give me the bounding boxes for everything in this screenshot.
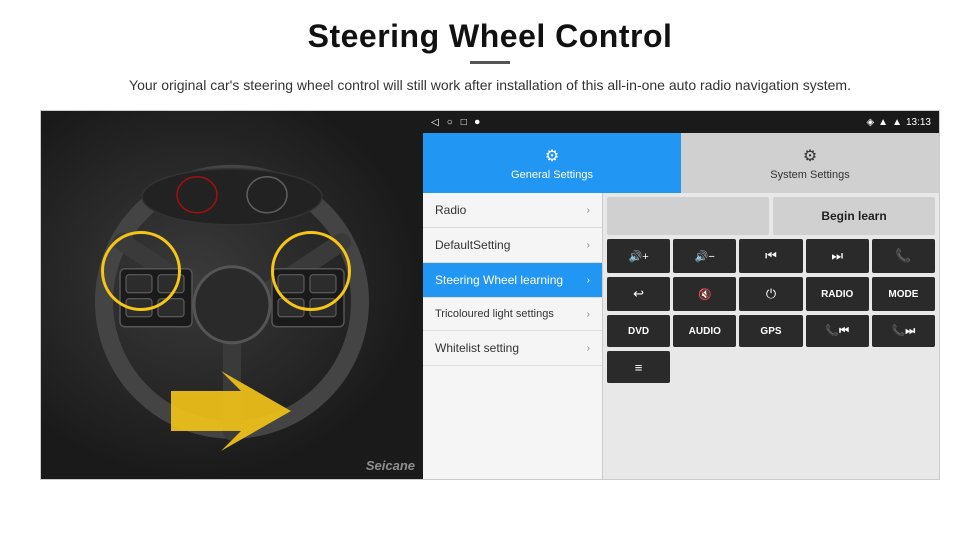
dvd-label: DVD	[628, 326, 649, 337]
highlight-circle-left	[101, 231, 181, 311]
signal-icon: ▲	[892, 117, 902, 128]
page-title: Steering Wheel Control	[40, 18, 940, 55]
power-button[interactable]: ⏻	[739, 277, 802, 311]
call-next-icon: 📞⏭	[892, 324, 916, 338]
menu-item-steering[interactable]: Steering Wheel learning ›	[423, 263, 602, 298]
control-row-2: ↩ 🔇 ⏻ RADIO MODE	[607, 277, 935, 311]
prev-track-button[interactable]: ⏮	[739, 239, 802, 273]
steering-wheel-photo: Seicane	[41, 111, 423, 480]
call-icon: 📞	[895, 248, 911, 264]
menu-radio-arrow: ›	[587, 205, 590, 216]
highlight-circle-right	[271, 231, 351, 311]
tab-system-label: System Settings	[770, 169, 849, 181]
bottom-section: Radio › DefaultSetting › Steering Wheel …	[423, 193, 939, 479]
title-divider	[470, 61, 510, 64]
call-next-button[interactable]: 📞⏭	[872, 315, 935, 347]
mode-label: MODE	[888, 289, 918, 300]
watermark: Seicane	[366, 458, 415, 473]
gps-label: GPS	[760, 326, 781, 337]
arrow-icon	[171, 371, 291, 451]
menu-tricoloured-label: Tricoloured light settings	[435, 308, 587, 320]
menu-steering-label: Steering Wheel learning	[435, 273, 587, 287]
control-row-4: ≡	[607, 351, 935, 383]
hangup-button[interactable]: ↩	[607, 277, 670, 311]
mute-icon: 🔇	[698, 288, 712, 301]
nav-home: ○	[447, 117, 453, 128]
wifi-icon: ▲	[878, 117, 888, 128]
radio-mode-button[interactable]: RADIO	[806, 277, 869, 311]
tab-general-settings[interactable]: ⚙ General Settings	[423, 133, 681, 193]
vol-up-icon: 🔊+	[629, 250, 649, 263]
mode-button[interactable]: MODE	[872, 277, 935, 311]
hangup-icon: ↩	[633, 286, 644, 302]
status-bar-right: ◈ ▲ ▲ 13:13	[866, 117, 931, 128]
settings-tabs: ⚙ General Settings ⚙ System Settings	[423, 133, 939, 193]
dvd-button[interactable]: DVD	[607, 315, 670, 347]
menu-item-whitelist[interactable]: Whitelist setting ›	[423, 331, 602, 366]
system-settings-icon: ⚙	[803, 146, 817, 166]
list-button[interactable]: ≡	[607, 351, 670, 383]
vol-down-button[interactable]: 🔊−	[673, 239, 736, 273]
menu-item-radio[interactable]: Radio ›	[423, 193, 602, 228]
prev-track-icon: ⏮	[765, 248, 777, 264]
subtitle: Your original car's steering wheel contr…	[40, 74, 940, 96]
list-icon: ≡	[635, 360, 643, 375]
general-settings-icon: ⚙	[545, 146, 559, 166]
gps-icon: ◈	[866, 117, 874, 128]
audio-button[interactable]: AUDIO	[673, 315, 736, 347]
nav-record: ⏺	[475, 117, 480, 128]
menu-tricoloured-arrow: ›	[587, 309, 590, 320]
android-panel: ◁ ○ □ ⏺ ◈ ▲ ▲ 13:13 ⚙ General Settings	[423, 111, 939, 479]
control-row-1: 🔊+ 🔊− ⏮ ⏭ 📞	[607, 239, 935, 273]
menu-list: Radio › DefaultSetting › Steering Wheel …	[423, 193, 603, 479]
menu-radio-label: Radio	[435, 203, 587, 217]
begin-learn-button[interactable]: Begin learn	[773, 197, 935, 235]
call-prev-icon: 📞⏮	[825, 324, 849, 338]
nav-back: ◁	[431, 117, 439, 128]
call-button[interactable]: 📞	[872, 239, 935, 273]
main-content: Seicane ◁ ○ □ ⏺ ◈ ▲ ▲ 13:13	[40, 110, 940, 480]
mute-button[interactable]: 🔇	[673, 277, 736, 311]
menu-default-arrow: ›	[587, 240, 590, 251]
status-bar: ◁ ○ □ ⏺ ◈ ▲ ▲ 13:13	[423, 111, 939, 133]
menu-whitelist-arrow: ›	[587, 343, 590, 354]
clock: 13:13	[906, 117, 931, 128]
menu-item-tricoloured[interactable]: Tricoloured light settings ›	[423, 298, 602, 331]
menu-whitelist-label: Whitelist setting	[435, 341, 587, 355]
menu-steering-arrow: ›	[587, 275, 590, 286]
control-panel: Begin learn 🔊+ 🔊− ⏮	[603, 193, 939, 479]
status-bar-left: ◁ ○ □ ⏺	[431, 117, 480, 128]
next-track-button[interactable]: ⏭	[806, 239, 869, 273]
audio-label: AUDIO	[689, 326, 721, 337]
nav-recent: □	[461, 117, 467, 128]
tab-general-label: General Settings	[511, 169, 593, 181]
next-track-icon: ⏭	[831, 248, 843, 264]
call-prev-button[interactable]: 📞⏮	[806, 315, 869, 347]
control-row-3: DVD AUDIO GPS 📞⏮ 📞⏭	[607, 315, 935, 347]
gps-button[interactable]: GPS	[739, 315, 802, 347]
vol-up-button[interactable]: 🔊+	[607, 239, 670, 273]
radio-empty	[607, 197, 769, 235]
radio-row: Begin learn	[607, 197, 935, 235]
radio-label: RADIO	[821, 289, 853, 300]
vol-down-icon: 🔊−	[695, 250, 715, 263]
menu-item-default[interactable]: DefaultSetting ›	[423, 228, 602, 263]
tab-system-settings[interactable]: ⚙ System Settings	[681, 133, 939, 193]
power-icon: ⏻	[766, 286, 776, 302]
menu-default-label: DefaultSetting	[435, 238, 587, 252]
